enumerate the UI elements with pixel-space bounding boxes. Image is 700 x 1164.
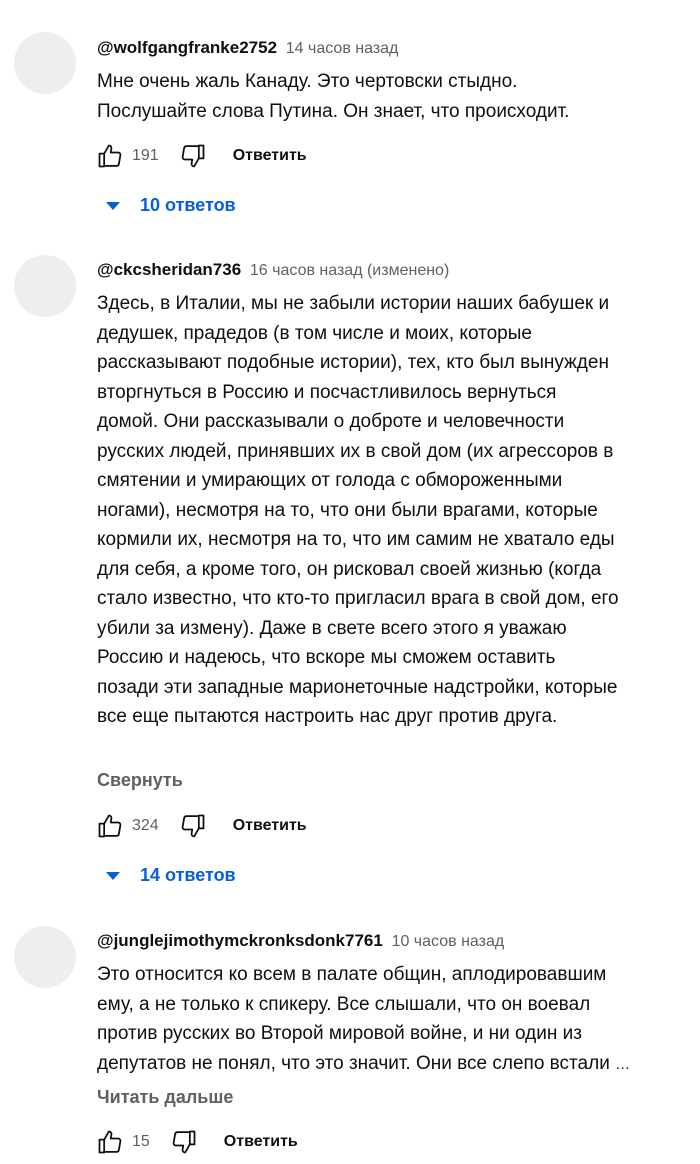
- like-count: 324: [132, 817, 159, 834]
- comment-text: Мне очень жаль Канаду. Это чертовски сты…: [97, 67, 687, 126]
- comment-actions: 324 Ответить: [94, 808, 307, 844]
- comment-line: Послушайте слова Путина. Он знает, что п…: [97, 100, 570, 122]
- comment-author[interactable]: @ckcsheridan736: [97, 260, 241, 279]
- comment-line: Это относится ко всем в палате общин, ап…: [97, 964, 607, 985]
- comment-author[interactable]: @junglejimothymckronksdonk7761: [97, 931, 383, 950]
- caret-down-icon: [106, 871, 120, 880]
- thumbs-down-icon: [181, 144, 205, 168]
- comment-time[interactable]: 14 часов назад: [286, 40, 399, 57]
- thumbs-up-icon: [98, 814, 122, 838]
- like-button[interactable]: [94, 1126, 126, 1158]
- comment-text: Здесь, в Италии, мы не забыли истории на…: [97, 289, 687, 732]
- reply-button[interactable]: Ответить: [233, 147, 307, 165]
- reply-button[interactable]: Ответить: [224, 1133, 298, 1151]
- reply-button[interactable]: Ответить: [233, 817, 307, 835]
- comment-header: @ckcsheridan736 16 часов назад (изменено…: [97, 259, 449, 282]
- comment-header: @junglejimothymckronksdonk7761 10 часов …: [97, 930, 504, 953]
- comment-line: Мне очень жаль Канаду. Это чертовски сты…: [97, 71, 518, 92]
- comment-line: вторгнуться в Россию и посчастливилось в…: [97, 381, 557, 403]
- truncation-ellipsis: …: [615, 1055, 631, 1073]
- comment-actions: 15 Ответить: [94, 1124, 298, 1160]
- comment-line: дедушек, прадедов (в том числе и моих, к…: [97, 322, 532, 344]
- comment-text: Это относится ко всем в палате общин, ап…: [97, 960, 687, 1079]
- comment-line: ногами), несмотря на то, что они были вр…: [97, 499, 598, 521]
- thumbs-up-icon: [98, 1130, 122, 1154]
- comment-line: Здесь, в Италии, мы не забыли истории на…: [97, 293, 610, 314]
- avatar[interactable]: [14, 926, 76, 988]
- caret-down-icon: [106, 201, 120, 210]
- like-button[interactable]: [94, 140, 126, 172]
- comment-time[interactable]: 16 часов назад (изменено): [250, 262, 449, 279]
- avatar[interactable]: [14, 32, 76, 94]
- comment-line: домой. Они рассказывали о доброте и чело…: [97, 411, 565, 432]
- comment-line: рассказывают подобные истории), тех, кто…: [97, 352, 609, 373]
- dislike-button[interactable]: [177, 810, 209, 842]
- comment-line: русских людей, принявших их в свой дом (…: [97, 440, 614, 462]
- thumbs-down-icon: [181, 814, 205, 838]
- comment-line: против русских во Второй мировой войне, …: [97, 1023, 582, 1044]
- like-count: 191: [132, 147, 159, 164]
- comment-author[interactable]: @wolfgangfranke2752: [97, 38, 277, 57]
- comment-line: убили за измену). Даже в свете всего это…: [97, 617, 567, 639]
- comment-header: @wolfgangfranke2752 14 часов назад: [97, 37, 398, 60]
- replies-count-label: 10 ответов: [140, 195, 236, 215]
- comment-line: депутатов не понял, что это значит. Они …: [97, 1049, 687, 1080]
- comment-line: стало известно, что кто-то пригласил вра…: [97, 588, 619, 609]
- comment-line: позади эти западные марионеточные надстр…: [97, 676, 618, 698]
- like-button[interactable]: [94, 810, 126, 842]
- comment-line: смятении и умирающих от голода с обморож…: [97, 470, 563, 491]
- comment-time[interactable]: 10 часов назад: [392, 933, 505, 950]
- comment-line: Россию и надеюсь, что вскоре мы сможем о…: [97, 647, 556, 668]
- comment-line: кормили их, несмотря на то, что им самим…: [97, 529, 615, 550]
- avatar[interactable]: [14, 255, 76, 317]
- dislike-button[interactable]: [168, 1126, 200, 1158]
- comment-line: все еще пытаются настроить нас друг прот…: [97, 706, 558, 727]
- view-replies-button[interactable]: 14 ответов: [106, 865, 236, 886]
- view-replies-button[interactable]: 10 ответов: [106, 195, 236, 216]
- collapse-button[interactable]: Свернуть: [97, 770, 183, 791]
- comment-line: для себя, а кроме того, он рисковал свое…: [97, 558, 602, 580]
- read-more-button[interactable]: Читать дальше: [97, 1087, 233, 1108]
- dislike-button[interactable]: [177, 140, 209, 172]
- replies-count-label: 14 ответов: [140, 865, 236, 885]
- comment-line: ему, а не только к спикеру. Все слышали,…: [97, 993, 591, 1015]
- thumbs-up-icon: [98, 144, 122, 168]
- comment-actions: 191 Ответить: [94, 138, 307, 174]
- comment-line-text: депутатов не понял, что это значит. Они …: [97, 1052, 610, 1074]
- like-count: 15: [132, 1133, 150, 1150]
- thumbs-down-icon: [172, 1130, 196, 1154]
